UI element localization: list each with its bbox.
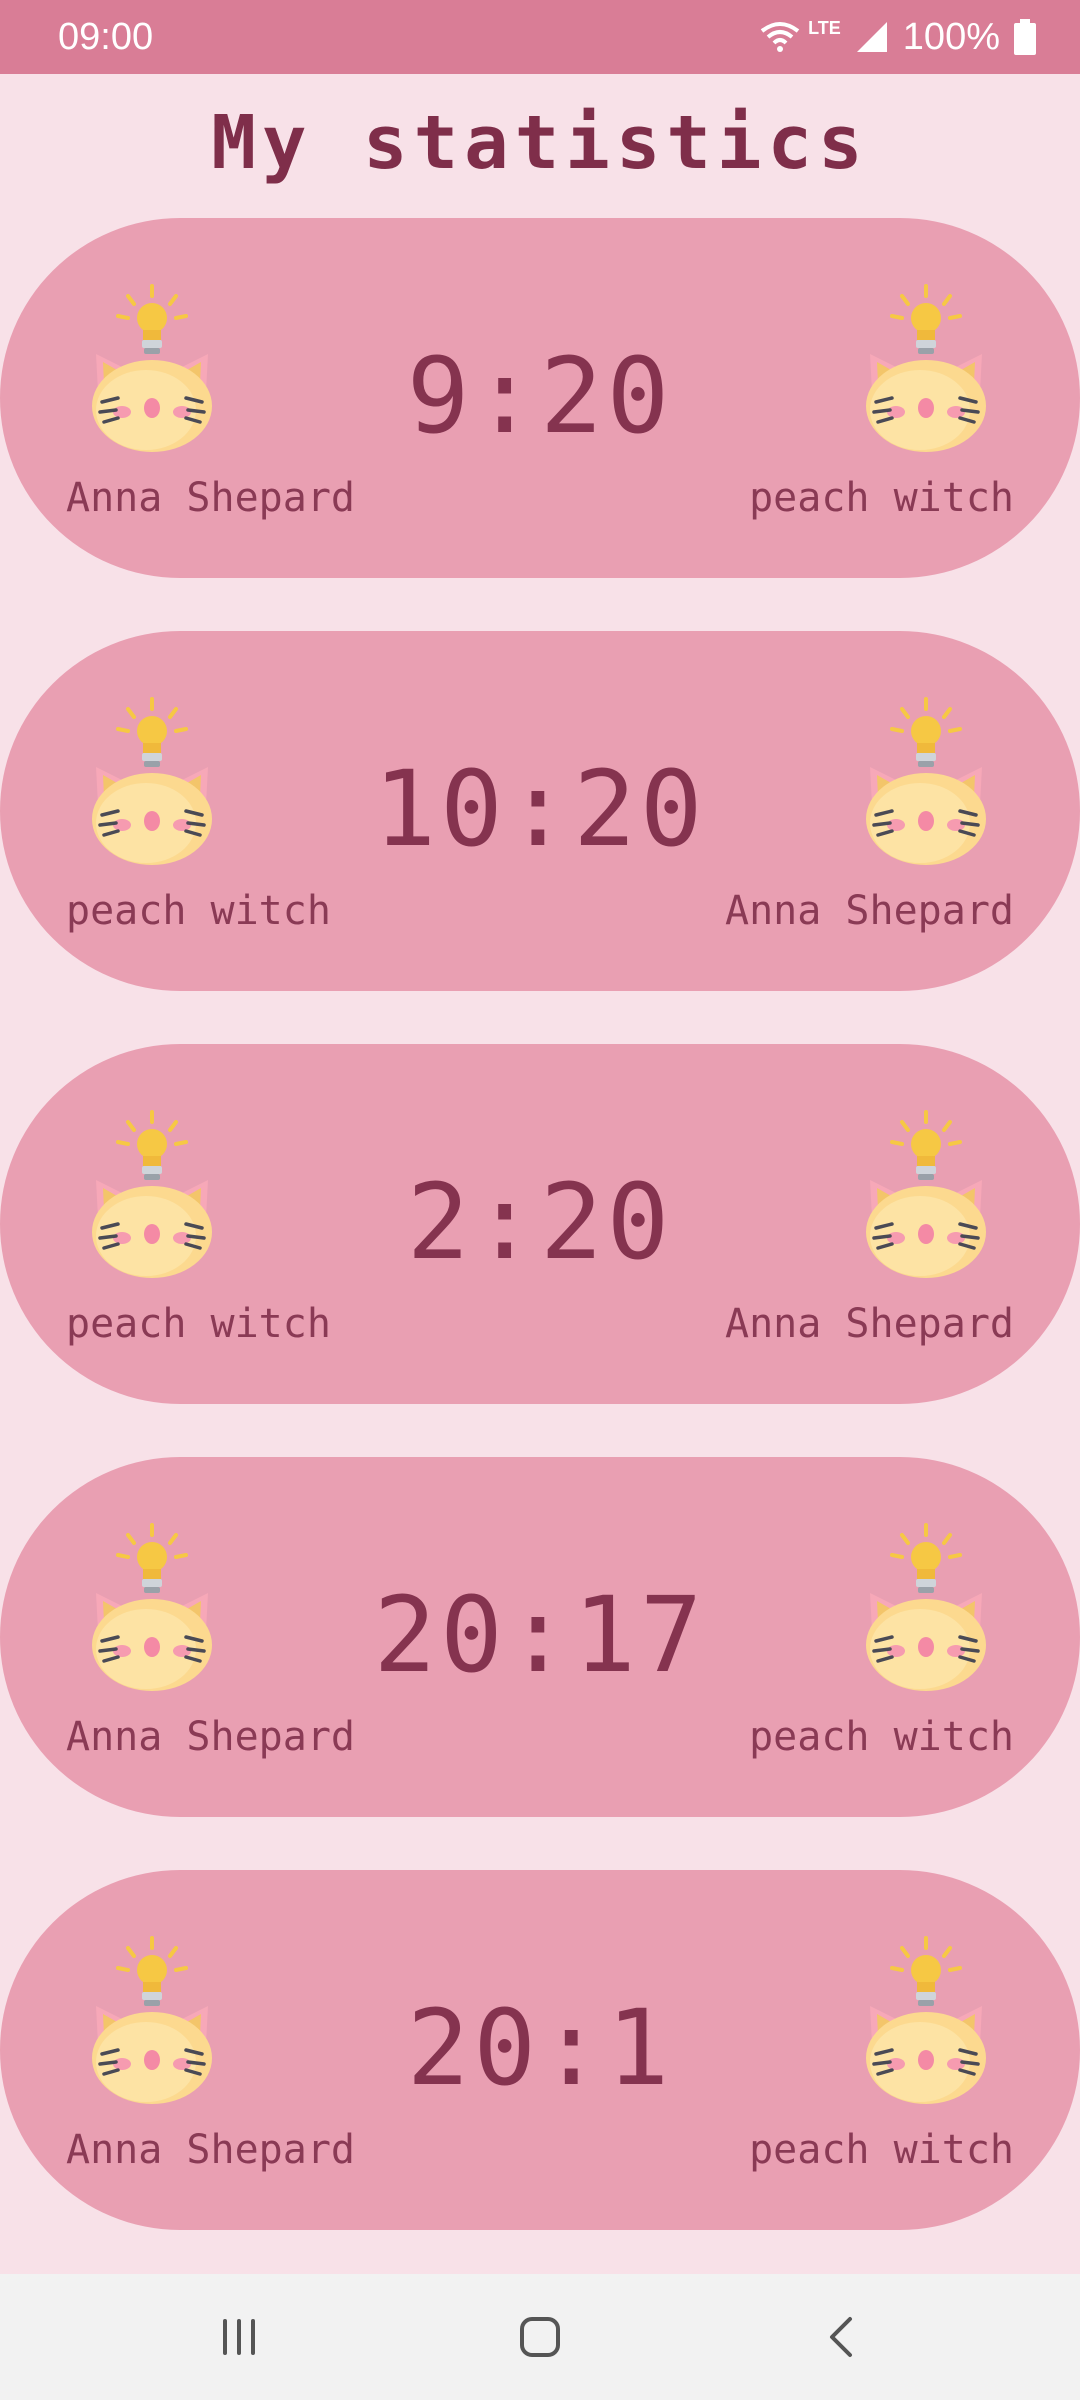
- status-bar: 09:00 LTE 100%: [0, 0, 1080, 74]
- match-card[interactable]: Anna Shepard 20:1 peach witch: [0, 1870, 1080, 2230]
- left-player-name: peach witch: [66, 1301, 331, 1347]
- cat-lightbulb-icon: [862, 1523, 990, 1691]
- page-title: My statistics: [211, 100, 869, 186]
- home-button[interactable]: [500, 2300, 580, 2374]
- right-player-name: peach witch: [749, 1714, 1014, 1760]
- back-button[interactable]: [802, 2300, 882, 2374]
- recent-apps-icon: [223, 2319, 255, 2355]
- wifi-icon: [760, 21, 800, 53]
- home-icon: [520, 2317, 560, 2357]
- match-card[interactable]: peach witch 10:20 Anna Shepard: [0, 631, 1080, 991]
- navigation-bar: [0, 2274, 1080, 2400]
- back-icon: [830, 2317, 852, 2357]
- left-player-name: peach witch: [66, 888, 331, 934]
- match-card[interactable]: peach witch 2:20 Anna Shepard: [0, 1044, 1080, 1404]
- status-time: 09:00: [58, 16, 154, 58]
- cat-lightbulb-icon: [862, 1936, 990, 2104]
- right-player-name: Anna Shepard: [725, 1301, 1014, 1347]
- status-icons: LTE 100%: [760, 12, 1036, 62]
- right-player-name: Anna Shepard: [725, 888, 1014, 934]
- right-player-name: peach witch: [749, 475, 1014, 521]
- battery-icon: [1014, 19, 1036, 55]
- match-card[interactable]: Anna Shepard 9:20 peach witch: [0, 218, 1080, 578]
- network-label: LTE: [808, 17, 841, 38]
- signal-icon: [855, 20, 889, 54]
- recent-apps-button[interactable]: [199, 2300, 279, 2374]
- cat-lightbulb-icon: [862, 1110, 990, 1278]
- left-player-name: Anna Shepard: [66, 475, 355, 521]
- battery-percent: 100%: [902, 16, 1000, 58]
- right-player-name: peach witch: [749, 2127, 1014, 2173]
- match-card[interactable]: Anna Shepard 20:17 peach witch: [0, 1457, 1080, 1817]
- left-player-name: Anna Shepard: [66, 1714, 355, 1760]
- cat-lightbulb-icon: [862, 284, 990, 452]
- cat-lightbulb-icon: [862, 697, 990, 865]
- left-player-name: Anna Shepard: [66, 2127, 355, 2173]
